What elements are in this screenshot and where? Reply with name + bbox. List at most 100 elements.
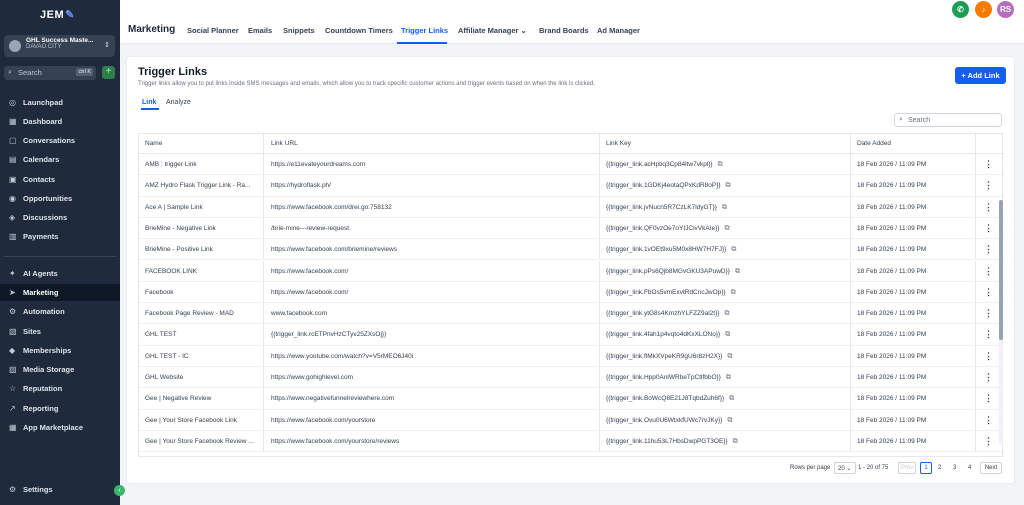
sidebar-item-marketing[interactable]: ➤ Marketing [0, 284, 120, 301]
user-avatar[interactable]: RS [997, 1, 1014, 18]
prev-page-button[interactable]: Prev [898, 462, 916, 474]
table-row[interactable]: GHL TEST - IC https://www.youtube.com/wat… [139, 345, 1004, 367]
sidebar-item-calendars[interactable]: ▤ Calendars [0, 151, 120, 168]
cell-link-url-text[interactable]: https://www.facebook.com/yourstore [271, 417, 375, 424]
sidebar-item-discussions[interactable]: ◈ Discussions [0, 209, 120, 226]
cell-link-url-text[interactable]: www.facebook.com [271, 310, 327, 317]
copy-icon[interactable]: ⧉ [731, 239, 736, 259]
cell-link-url-text[interactable]: https://www.gohighlevel.com [271, 374, 353, 381]
sidebar-item-app-marketplace[interactable]: ▦ App Marketplace [0, 419, 120, 436]
copy-icon[interactable]: ⧉ [724, 218, 729, 238]
table-row[interactable]: Facebook Page Review - MAD www.facebook.c… [139, 303, 1004, 325]
table-row[interactable]: BrieMine - Positive Link https://www.face… [139, 239, 1004, 261]
tab-ad-manager[interactable]: Ad Manager [597, 26, 640, 35]
tab-brand-boards[interactable]: Brand Boards [539, 26, 589, 35]
rows-per-page-select[interactable]: 20 ⌄ [834, 462, 856, 474]
sidebar-item-reporting[interactable]: ↗ Reporting [0, 400, 120, 417]
table-row[interactable]: Facebook https://www.facebook.com/ {{trigg… [139, 281, 1004, 304]
tab-countdown-timers[interactable]: Countdown Timers [325, 26, 393, 35]
sidebar-item-conversations[interactable]: ▢ Conversations [0, 132, 120, 149]
cell-link-url-text[interactable]: https://www.facebook.com/briemine/review… [271, 246, 397, 253]
cell-link-url-text[interactable]: https://www.negativefunnelreviewhere.com [271, 395, 394, 402]
sidebar-item-contacts[interactable]: ▣ Contacts [0, 171, 120, 188]
copy-icon[interactable]: ⧉ [735, 261, 740, 281]
copy-icon[interactable]: ⧉ [722, 197, 727, 217]
sidebar-item-launchpad[interactable]: ◎ Launchpad [0, 94, 120, 111]
row-actions-kebab-icon[interactable]: ⋮ [984, 367, 993, 388]
phone-button[interactable]: ✆ [952, 1, 969, 18]
tab-affiliate-manager[interactable]: Affiliate Manager ⌄ [458, 26, 527, 35]
add-link-button[interactable]: + Add Link [955, 67, 1006, 84]
table-row[interactable]: Ace A | Sample Link https://www.facebook.… [139, 196, 1004, 218]
cell-link-url-text[interactable]: https://hydroflask.ph/ [271, 182, 331, 189]
copy-icon[interactable]: ⧉ [727, 346, 732, 366]
copy-icon[interactable]: ⧉ [727, 410, 732, 430]
cell-link-url-text[interactable]: https://www.facebook.com/drei.go.758132 [271, 204, 392, 211]
row-actions-kebab-icon[interactable]: ⋮ [984, 218, 993, 239]
table-row[interactable]: GHL Website https://www.gohighlevel.com {{… [139, 367, 1004, 389]
notifications-button[interactable]: ♪ [975, 1, 992, 18]
sidebar-item-payments[interactable]: ▥ Payments [0, 228, 120, 245]
page-button-4[interactable]: 4 [968, 465, 971, 471]
cell-link-url-text[interactable]: https://www.facebook.com/ [271, 268, 348, 275]
subtab-analyze[interactable]: Analyze [166, 99, 191, 106]
row-actions-kebab-icon[interactable]: ⋮ [984, 175, 993, 196]
copy-icon[interactable]: ⧉ [726, 175, 731, 195]
table-row[interactable]: AMB : trigger Link https://e11evateyourdr… [139, 154, 1004, 176]
tab-social-planner[interactable]: Social Planner [187, 26, 239, 35]
table-row[interactable]: BrieMine - Negative Link/brie-mine---rev… [139, 217, 1004, 240]
sidebar-item-reputation[interactable]: ☆ Reputation [0, 380, 120, 397]
row-actions-kebab-icon[interactable]: ⋮ [984, 197, 993, 218]
column-header-link-key[interactable]: Link Key [600, 134, 850, 153]
row-actions-kebab-icon[interactable]: ⋮ [984, 388, 993, 409]
row-actions-kebab-icon[interactable]: ⋮ [984, 431, 993, 452]
sidebar-search-input[interactable]: ⌕ Search ctrl K [4, 66, 96, 80]
tab-emails[interactable]: Emails [248, 26, 272, 35]
table-row[interactable]: AMZ Hydro Flask Trigger Link - Ra... http… [139, 175, 1004, 197]
table-row[interactable]: GHL TEST {{trigger_link.rcETPnvHzCTyv25ZX… [139, 324, 1004, 346]
table-row[interactable]: Gee | Your Store Facebook Link https://ww… [139, 409, 1004, 431]
row-actions-kebab-icon[interactable]: ⋮ [984, 410, 993, 431]
sidebar-item-ai-agents[interactable]: ✦ AI Agents [0, 265, 120, 282]
sidebar-item-sites[interactable]: ▧ Sites [0, 323, 120, 340]
page-button-2[interactable]: 2 [938, 465, 941, 471]
copy-icon[interactable]: ⧉ [731, 282, 736, 302]
copy-icon[interactable]: ⧉ [718, 154, 723, 174]
cell-link-url-text[interactable]: https://www.youtube.com/watch?v=V5rMEO6J… [271, 353, 413, 360]
sidebar-item-dashboard[interactable]: ▦ Dashboard [0, 113, 120, 130]
sidebar-item-automation[interactable]: ⚙ Automation [0, 303, 120, 320]
copy-icon[interactable]: ⧉ [724, 303, 729, 323]
table-scrollbar[interactable] [999, 200, 1003, 444]
row-actions-kebab-icon[interactable]: ⋮ [984, 154, 993, 175]
column-header-date-added[interactable]: Date Added [851, 134, 971, 153]
sidebar-item-opportunities[interactable]: ◉ Opportunities [0, 190, 120, 207]
cell-link-url-text[interactable]: https://www.facebook.com/yourstore/revie… [271, 438, 399, 445]
quick-add-button[interactable]: + [102, 66, 115, 79]
next-page-button[interactable]: Next [980, 462, 1002, 474]
cell-link-url-text[interactable]: {{trigger_link.rcETPnvHzCTyv25ZXsOj}} [271, 331, 386, 338]
row-actions-kebab-icon[interactable]: ⋮ [984, 346, 993, 367]
row-actions-kebab-icon[interactable]: ⋮ [984, 303, 993, 324]
cell-link-url-text[interactable]: /brie-mine---review-request [271, 225, 349, 232]
scrollbar-thumb[interactable] [999, 200, 1003, 340]
table-row[interactable]: Gee | Your Store Facebook Review ... http… [139, 430, 1004, 453]
app-logo[interactable]: JEM✎ [40, 8, 78, 22]
cell-link-url-text[interactable]: https://www.facebook.com/ [271, 289, 348, 296]
copy-icon[interactable]: ⧉ [733, 431, 738, 451]
copy-icon[interactable]: ⧉ [729, 388, 734, 408]
row-actions-kebab-icon[interactable]: ⋮ [984, 261, 993, 282]
copy-icon[interactable]: ⧉ [725, 324, 730, 344]
sidebar-item-settings[interactable]: ⚙ Settings [0, 481, 120, 498]
collapse-sidebar-button[interactable]: ‹ [114, 485, 125, 496]
cell-link-url-text[interactable]: https://e11evateyourdreams.com [271, 161, 365, 168]
row-actions-kebab-icon[interactable]: ⋮ [984, 324, 993, 345]
subtab-link[interactable]: Link [142, 99, 156, 106]
account-switcher[interactable]: GHL Success Maste... DAVAO CITY ⇕ [4, 35, 115, 57]
row-actions-kebab-icon[interactable]: ⋮ [984, 282, 993, 303]
tab-trigger-links[interactable]: Trigger Links [401, 26, 448, 35]
sidebar-item-memberships[interactable]: ◆ Memberships [0, 342, 120, 359]
table-search-input[interactable]: ⌕ Search [894, 113, 1002, 127]
table-row[interactable]: Gee | Negative Review https://www.negativ… [139, 388, 1004, 410]
column-header-link-url[interactable]: Link URL [265, 134, 595, 153]
page-button-1[interactable]: 1 [920, 462, 932, 474]
